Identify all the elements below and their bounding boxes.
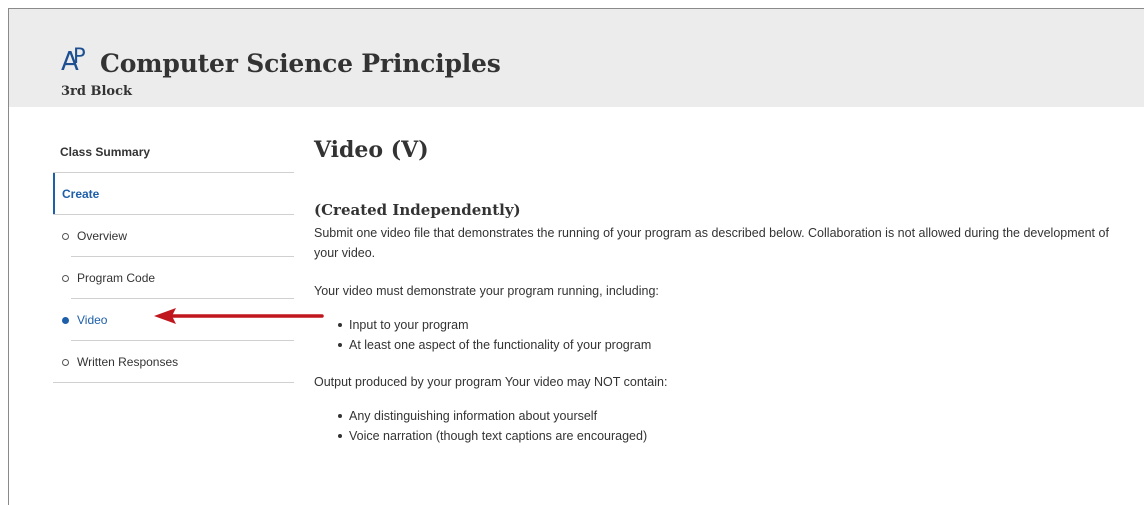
sidebar-item-label: Overview bbox=[77, 229, 128, 243]
restrictions-list: Any distinguishing information about you… bbox=[314, 406, 1134, 446]
list-item: Voice narration (though text captions ar… bbox=[338, 426, 1134, 446]
course-name: Computer Science Principles bbox=[100, 48, 501, 78]
ap-logo-icon: AP bbox=[61, 44, 86, 77]
restrictions-lead: Output produced by your program Your vid… bbox=[314, 375, 668, 389]
circle-bullet-icon bbox=[62, 274, 69, 282]
circle-bullet-icon bbox=[62, 358, 69, 366]
section-subheading: (Created Independently) bbox=[314, 201, 521, 219]
requirements-list: Input to your program At least one aspec… bbox=[314, 315, 1134, 355]
sidebar-item-label: Class Summary bbox=[60, 145, 151, 159]
sidebar-item-label: Program Code bbox=[77, 271, 156, 285]
sidebar-item-overview[interactable]: Overview bbox=[53, 215, 294, 257]
circle-bullet-icon bbox=[62, 232, 69, 240]
sidebar-item-create[interactable]: Create bbox=[53, 173, 294, 215]
sidebar-nav: Class Summary Create Overview Program Co… bbox=[53, 131, 294, 383]
class-block-label: 3rd Block bbox=[61, 84, 133, 99]
list-item: At least one aspect of the functionality… bbox=[338, 335, 1134, 355]
course-title: AP Computer Science Principles bbox=[61, 44, 501, 81]
filled-bullet-icon bbox=[62, 316, 69, 324]
course-header: AP Computer Science Principles 3rd Block bbox=[9, 9, 1144, 107]
main-content: Video (V) (Created Independently) Submit… bbox=[314, 131, 1134, 446]
page-title: Video (V) bbox=[314, 137, 429, 163]
sidebar-item-label: Video bbox=[77, 313, 108, 327]
sidebar-item-label: Create bbox=[62, 187, 100, 201]
requirements-lead: Your video must demonstrate your program… bbox=[314, 284, 659, 298]
sidebar-item-class-summary[interactable]: Class Summary bbox=[53, 131, 294, 173]
sidebar-item-program-code[interactable]: Program Code bbox=[53, 257, 294, 299]
intro-paragraph: Submit one video file that demonstrates … bbox=[314, 226, 1109, 260]
list-item: Input to your program bbox=[338, 315, 1134, 335]
sidebar-item-written-responses[interactable]: Written Responses bbox=[53, 341, 294, 383]
arrow-left-icon bbox=[154, 308, 324, 324]
list-item: Any distinguishing information about you… bbox=[338, 406, 1134, 426]
sidebar-item-label: Written Responses bbox=[77, 355, 179, 369]
